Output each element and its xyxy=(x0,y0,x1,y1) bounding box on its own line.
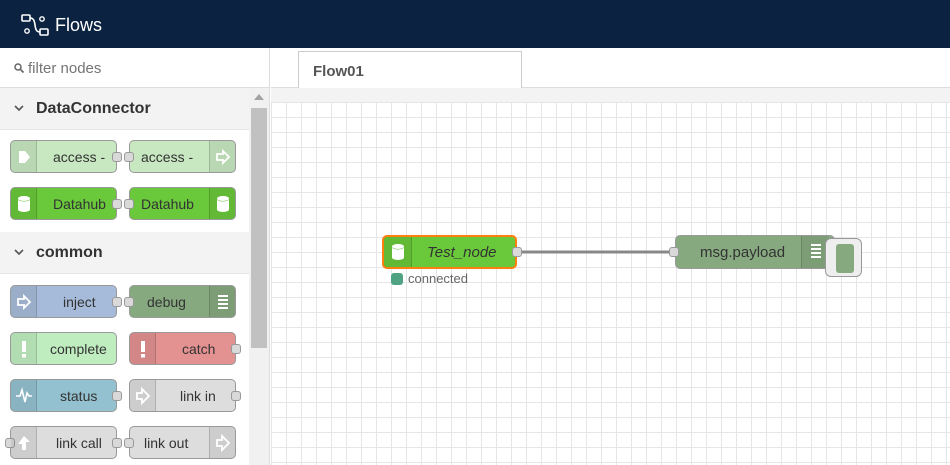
debug-toggle-button[interactable] xyxy=(825,238,862,277)
list-icon xyxy=(209,286,235,317)
node-label: access - xyxy=(53,149,106,165)
pulse-icon xyxy=(11,380,37,411)
output-port[interactable] xyxy=(512,247,522,257)
node-label: debug xyxy=(147,294,186,310)
palette-node-link-out[interactable]: link out xyxy=(124,426,236,459)
link-out-icon xyxy=(209,427,235,458)
output-port[interactable] xyxy=(231,344,241,354)
palette-node-access-out[interactable]: access - xyxy=(124,140,236,173)
palette-node-link-in[interactable]: link in xyxy=(129,379,241,412)
output-port[interactable] xyxy=(112,199,122,209)
output-port[interactable] xyxy=(112,438,122,448)
palette-node-datahub-out[interactable]: Datahub xyxy=(10,187,122,220)
flow-canvas[interactable]: Test_node connected msg.payload xyxy=(271,88,950,465)
node-label: msg.payload xyxy=(700,244,786,261)
category-dataconnector[interactable]: DataConnector xyxy=(0,88,249,130)
palette-node-datahub-in[interactable]: Datahub xyxy=(124,187,236,220)
database-icon xyxy=(209,188,235,219)
node-label: Test_node xyxy=(427,244,497,261)
search-icon xyxy=(14,63,24,73)
arrow-out-icon xyxy=(209,141,235,172)
database-icon xyxy=(384,237,412,267)
app-header: Flows xyxy=(0,0,950,48)
arrow-in-icon xyxy=(11,286,37,317)
filter-nodes-input[interactable] xyxy=(28,56,248,80)
node-label: status xyxy=(60,388,98,404)
link-in-icon xyxy=(130,380,156,411)
palette-node-inject[interactable]: inject xyxy=(10,285,122,318)
exclamation-icon xyxy=(11,333,37,364)
flow-node-msg-payload[interactable]: msg.payload xyxy=(669,235,835,269)
category-label: DataConnector xyxy=(36,100,151,117)
output-port[interactable] xyxy=(112,152,122,162)
scroll-thumb[interactable] xyxy=(251,108,267,348)
node-label: Datahub xyxy=(53,196,106,212)
palette-node-status[interactable]: status xyxy=(10,379,122,412)
input-port[interactable] xyxy=(124,199,134,209)
node-label: link out xyxy=(144,435,189,451)
app-title: Flows xyxy=(55,15,103,35)
node-label: inject xyxy=(63,294,96,310)
output-port[interactable] xyxy=(112,391,122,401)
arrow-in-icon xyxy=(11,141,37,172)
scroll-up-arrow-icon[interactable] xyxy=(254,94,264,100)
node-label: catch xyxy=(182,341,216,357)
status-indicator xyxy=(391,273,403,285)
output-port[interactable] xyxy=(231,391,241,401)
flows-logo-icon xyxy=(21,14,49,36)
input-port[interactable] xyxy=(124,438,134,448)
node-label: access - xyxy=(141,149,194,165)
chevron-down-icon xyxy=(14,105,24,112)
node-label: link in xyxy=(180,388,216,404)
input-port[interactable] xyxy=(124,297,134,307)
palette-node-debug[interactable]: debug xyxy=(124,285,236,318)
status-text: connected xyxy=(408,271,468,286)
canvas-top-strip xyxy=(271,88,950,102)
palette-node-link-call[interactable]: link call xyxy=(5,426,122,459)
palette-node-complete[interactable]: complete xyxy=(10,332,117,365)
output-port[interactable] xyxy=(112,297,122,307)
input-port[interactable] xyxy=(669,247,679,257)
node-palette: DataConnector access - access - Datahub xyxy=(0,48,270,465)
debug-toggle-indicator xyxy=(836,244,854,273)
category-common[interactable]: common xyxy=(0,232,249,274)
node-label: link call xyxy=(56,435,102,451)
input-port[interactable] xyxy=(124,152,134,162)
palette-scrollbar[interactable] xyxy=(249,88,269,465)
chevron-down-icon xyxy=(14,249,24,256)
flow-wire[interactable] xyxy=(521,248,681,256)
tab-label: Flow01 xyxy=(313,63,364,80)
node-label: Datahub xyxy=(141,196,194,212)
link-call-icon xyxy=(11,427,37,458)
tab-flow01[interactable]: Flow01 xyxy=(298,51,522,89)
database-icon xyxy=(11,188,37,219)
flow-node-test-node[interactable]: Test_node xyxy=(382,235,522,269)
exclamation-icon xyxy=(130,333,156,364)
node-label: complete xyxy=(50,341,107,357)
workspace-tabbar: Flow01 xyxy=(271,48,950,89)
canvas-grid xyxy=(271,102,950,465)
palette-filter xyxy=(0,48,269,88)
palette-node-access-in[interactable]: access - xyxy=(10,140,122,173)
palette-node-catch[interactable]: catch xyxy=(129,332,241,365)
category-label: common xyxy=(36,244,103,261)
